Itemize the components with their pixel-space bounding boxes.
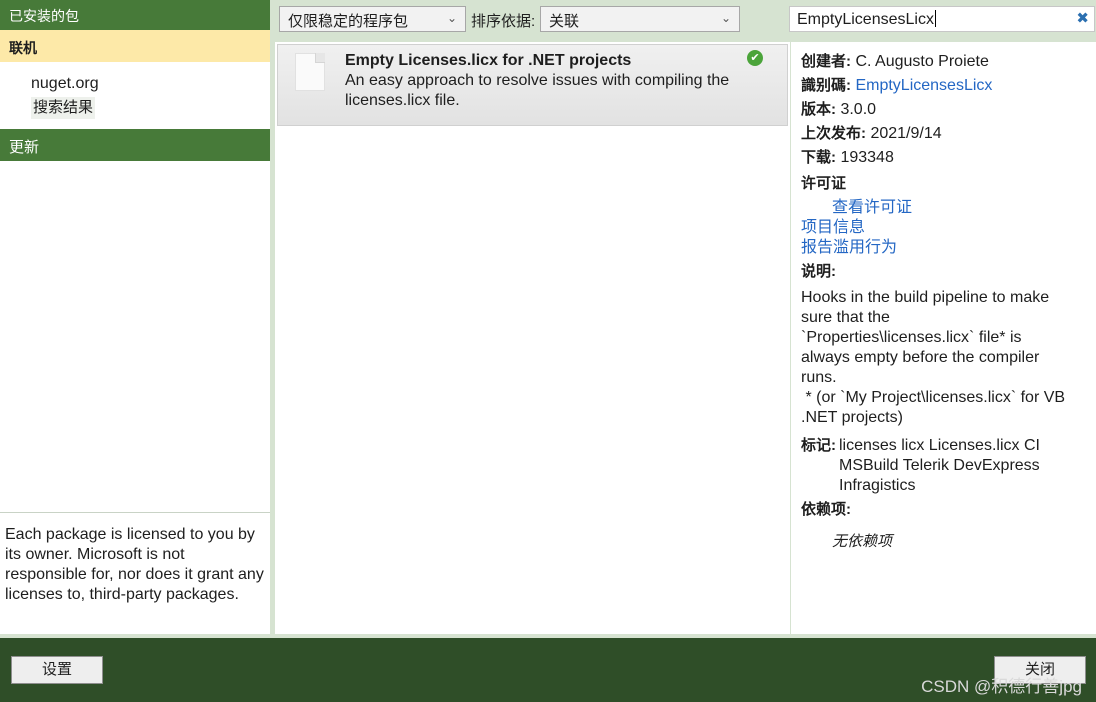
report-abuse-link[interactable]: 报告滥用行为 [801, 239, 897, 256]
tags-label: 标记: [801, 437, 836, 454]
online-sources: nuget.org 搜索结果 [0, 62, 270, 129]
version-label: 版本: [801, 101, 836, 118]
stability-filter-select[interactable]: 仅限稳定的程序包 ⌄ [279, 6, 466, 32]
no-dependencies: 无依赖项 [832, 533, 893, 550]
downloads-label: 下载: [801, 149, 836, 166]
clear-search-icon[interactable]: ✖ [1076, 9, 1089, 27]
installed-packages-header[interactable]: 已安装的包 [0, 0, 270, 30]
license-notice: Each package is licensed to you by its o… [0, 512, 270, 634]
sort-select[interactable]: 关联 ⌄ [540, 6, 740, 32]
description-label: 说明: [801, 263, 836, 280]
source-nuget-org[interactable]: nuget.org [31, 72, 270, 96]
downloads-value: 193348 [840, 149, 894, 166]
dependencies-label: 依赖项: [801, 501, 851, 518]
tags-row: 标记: licenses licx Licenses.licx CI MSBui… [801, 436, 1086, 496]
left-panel: 已安装的包 联机 nuget.org 搜索结果 更新 Each package … [0, 0, 270, 634]
published-label: 上次发布: [801, 125, 866, 142]
tags-value: licenses licx Licenses.licx CI MSBuild T… [839, 437, 1040, 494]
online-header[interactable]: 联机 [0, 30, 270, 62]
license-label: 许可证 [801, 175, 847, 192]
sort-value: 关联 [549, 13, 580, 30]
watermark: CSDN @积德行善jpg [921, 677, 1082, 696]
view-license-link[interactable]: 查看许可证 [832, 199, 912, 216]
package-list-item[interactable]: Empty Licenses.licx for .NET projects An… [277, 44, 788, 126]
search-value: EmptyLicensesLicx [797, 11, 934, 28]
chevron-down-icon: ⌄ [720, 11, 731, 25]
version-value: 3.0.0 [840, 101, 877, 118]
package-details: 创建者: C. Augusto Proiete 識别碼: EmptyLicens… [791, 42, 1096, 634]
published-value: 2021/9/14 [870, 125, 942, 142]
details-description: Hooks in the build pipeline to make sure… [801, 289, 1066, 426]
installed-check-icon: ✔ [747, 50, 763, 66]
chevron-down-icon: ⌄ [446, 11, 457, 25]
package-icon [295, 53, 325, 91]
id-label: 識别碼: [801, 77, 851, 94]
updates-header[interactable]: 更新 [0, 129, 270, 161]
settings-button[interactable]: 设置 [11, 656, 103, 684]
package-description: An easy approach to resolve issues with … [345, 72, 730, 109]
project-info-link[interactable]: 项目信息 [801, 219, 865, 236]
sort-label: 排序依据: [471, 13, 536, 30]
toolbar: 仅限稳定的程序包 ⌄ 排序依据: 关联 ⌄ EmptyLicensesLicx … [272, 0, 1096, 40]
creator-label: 创建者: [801, 53, 851, 70]
text-caret [934, 10, 936, 27]
footer-bar: 设置 关闭 CSDN @积德行善jpg [0, 638, 1096, 702]
package-id-link[interactable]: EmptyLicensesLicx [855, 77, 992, 94]
package-list: Empty Licenses.licx for .NET projects An… [275, 42, 790, 634]
stability-filter-value: 仅限稳定的程序包 [288, 13, 409, 30]
search-results-item[interactable]: 搜索结果 [31, 97, 96, 119]
creator-value: C. Augusto Proiete [855, 53, 989, 70]
package-title: Empty Licenses.licx for .NET projects [345, 52, 632, 69]
search-input[interactable]: EmptyLicensesLicx ✖ [789, 6, 1095, 32]
